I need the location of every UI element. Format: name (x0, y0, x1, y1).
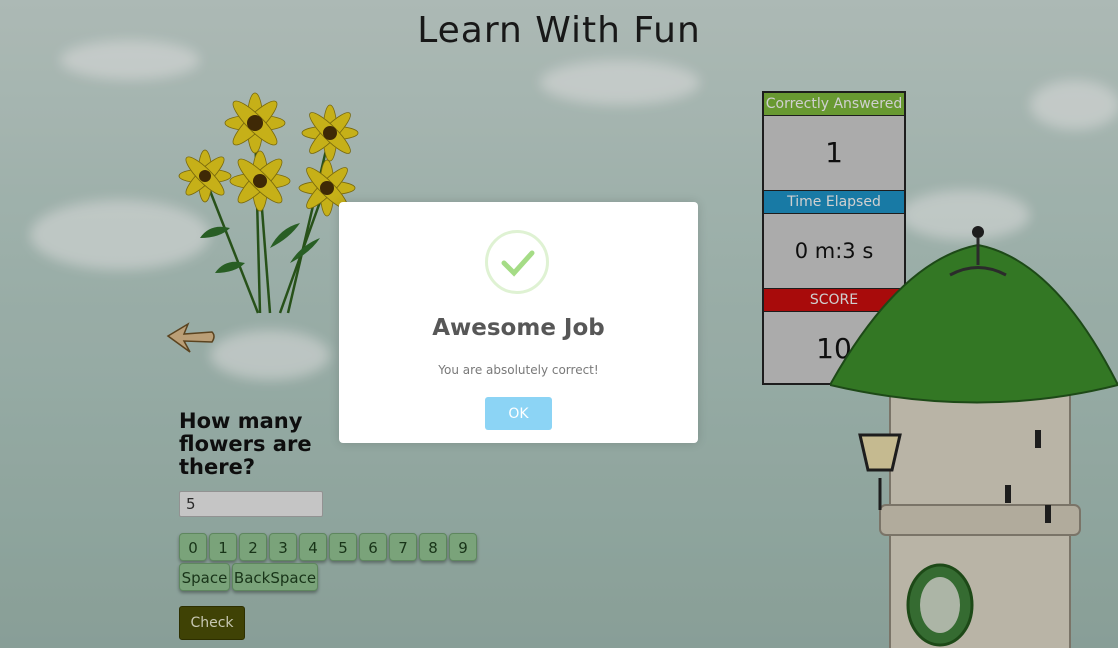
dialog-title: Awesome Job (432, 315, 605, 341)
success-check-icon (485, 230, 549, 294)
dialog-message: You are absolutely correct! (438, 363, 599, 377)
ok-button[interactable]: OK (485, 397, 552, 430)
success-dialog: Awesome Job You are absolutely correct! … (339, 202, 698, 443)
